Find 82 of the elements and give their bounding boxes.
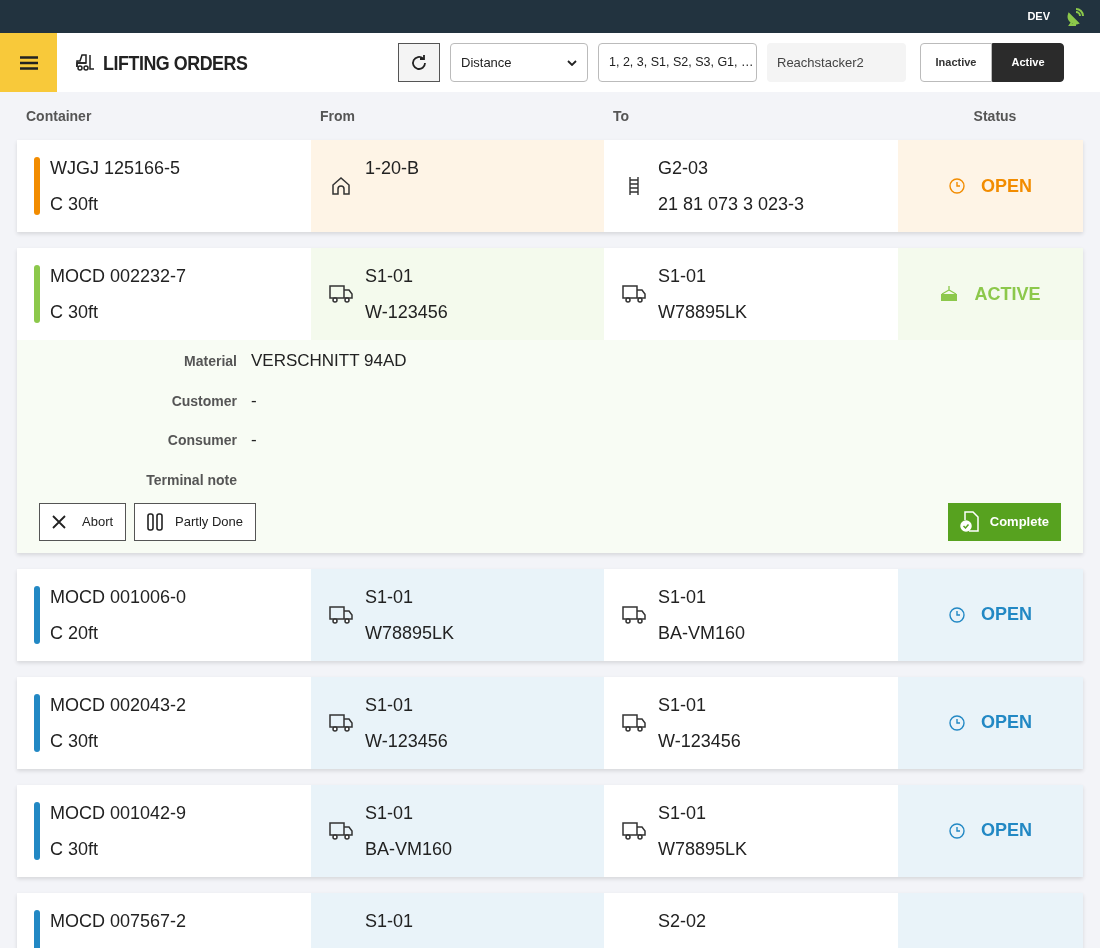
field-label: Customer xyxy=(170,391,237,411)
location-code: S1-01 xyxy=(658,265,708,287)
container-number: MOCD 002043-2 xyxy=(50,693,187,716)
page-title: LIFTING ORDERS xyxy=(103,49,248,76)
refresh-button[interactable] xyxy=(398,43,440,82)
truck-icon xyxy=(622,285,646,303)
sort-dropdown[interactable]: Distance xyxy=(450,43,588,82)
location-code: S2-02 xyxy=(658,909,707,932)
location-code: S1-01 xyxy=(365,909,414,932)
location-code: S1-01 xyxy=(365,585,415,608)
status-label: OPEN xyxy=(981,711,1032,734)
field-label: Consumer xyxy=(166,431,237,450)
location-code: S1-01 xyxy=(658,801,708,824)
container-number: MOCD 001042-9 xyxy=(50,801,187,824)
location-code: 1-20-B xyxy=(365,157,420,179)
vehicle-id: W-123456 xyxy=(658,729,741,752)
vehicle-id: W-123456 xyxy=(365,301,448,323)
column-header: Container xyxy=(25,106,93,126)
vehicle-id: W78895LK xyxy=(658,301,748,323)
truck-icon xyxy=(622,605,646,624)
vehicle-id: W78895LK xyxy=(658,837,748,860)
truck-icon xyxy=(329,821,353,840)
vehicle-id: BA-VM160 xyxy=(365,837,453,860)
status-label: OPEN xyxy=(981,174,1032,198)
container-size: C 30ft xyxy=(50,837,100,860)
document-check-icon xyxy=(959,510,980,533)
clock-icon xyxy=(949,606,965,623)
column-header: To xyxy=(612,106,631,126)
container-size: C 20ft xyxy=(50,621,100,644)
field-value: - xyxy=(251,389,258,412)
chevron-down-icon xyxy=(567,59,577,66)
vehicle-id: BA-VM160 xyxy=(658,621,746,644)
truck-icon xyxy=(329,285,353,303)
vehicle-id: W78895LK xyxy=(365,621,455,644)
column-header: From xyxy=(319,106,356,126)
close-icon xyxy=(52,514,66,529)
container-size: C 30ft xyxy=(50,729,100,752)
container-number: WJGJ 125166-5 xyxy=(50,157,181,179)
machine-field[interactable]: Reachstacker2 xyxy=(767,43,906,82)
rail-track-icon xyxy=(627,177,641,195)
container-size: C 30ft xyxy=(50,193,100,215)
container-number: MOCD 007567-2 xyxy=(50,909,187,932)
menu-button[interactable] xyxy=(0,33,57,92)
location-code: S1-01 xyxy=(365,801,415,824)
location-code: S1-01 xyxy=(365,265,415,287)
field-value: - xyxy=(251,429,258,451)
satellite-dish-icon xyxy=(1066,7,1084,26)
abort-button[interactable]: Abort xyxy=(39,502,127,541)
pause-icon xyxy=(147,512,164,531)
vehicle-id: W-123456 xyxy=(365,729,448,752)
filter-toggle-button[interactable]: Inactive xyxy=(920,43,992,82)
field-value: VERSCHNITT 94AD xyxy=(251,350,408,372)
field-label: Material xyxy=(183,352,237,371)
column-header: Status xyxy=(972,106,1018,126)
filter-toggle-button[interactable]: Active xyxy=(992,43,1064,82)
truck-icon xyxy=(329,713,353,732)
container-number: MOCD 001006-0 xyxy=(50,585,187,608)
clock-icon xyxy=(949,178,965,194)
container-number: MOCD 002232-7 xyxy=(50,265,187,287)
truck-icon xyxy=(622,821,646,840)
truck-icon xyxy=(329,605,353,624)
status-label: ACTIVE xyxy=(974,282,1041,306)
status-label: OPEN xyxy=(981,819,1032,842)
location-code: S1-01 xyxy=(658,585,708,608)
forklift-icon xyxy=(75,52,95,73)
location-code: S1-01 xyxy=(365,693,415,716)
refresh-icon xyxy=(410,53,428,72)
partly-done-button[interactable]: Partly Done xyxy=(134,502,256,541)
container-size: C 30ft xyxy=(50,301,100,323)
truck-icon xyxy=(622,713,646,732)
status-label: OPEN xyxy=(981,603,1032,626)
house-icon xyxy=(331,176,351,196)
environment-label: DEV xyxy=(1027,9,1050,25)
container-hoist-icon xyxy=(940,286,959,302)
location-code: G2-03 xyxy=(658,157,710,179)
clock-icon xyxy=(949,822,965,839)
location-code: S1-01 xyxy=(658,693,708,716)
field-label: Terminal note xyxy=(145,470,237,490)
area-dropdown[interactable]: 1, 2, 3, S1, S2, S3, G1, … xyxy=(598,43,757,82)
vehicle-id: 21 81 073 3 023-3 xyxy=(658,193,805,215)
menu-icon xyxy=(19,55,38,70)
clock-icon xyxy=(949,714,965,731)
